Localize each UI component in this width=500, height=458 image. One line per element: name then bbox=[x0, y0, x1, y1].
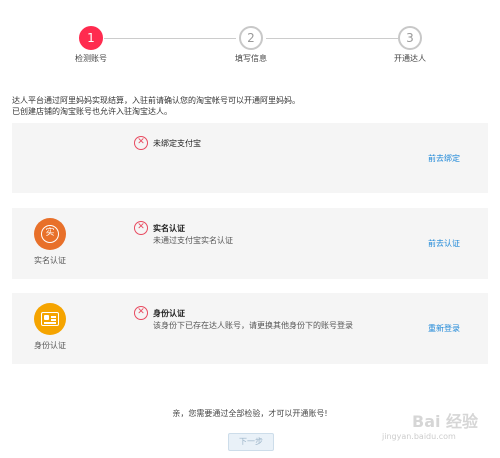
check-description: 未通过支付宝实名认证 bbox=[153, 236, 233, 245]
next-step-button[interactable]: 下一步 bbox=[228, 433, 274, 451]
check-description: 该身份下已存在达人账号，请更换其他身份下的账号登录 bbox=[153, 321, 353, 330]
step-label: 开通达人 bbox=[394, 54, 426, 63]
watermark-logo: Bai 经验 bbox=[412, 412, 479, 431]
step-3: 3 开通达人 bbox=[370, 26, 450, 64]
intro-line: 达人平台通过阿里妈妈实现结算，入驻前请确认您的淘宝帐号可以开通阿里妈妈。 bbox=[12, 96, 300, 105]
step-indicator: 1 检测账号 2 填写信息 3 开通达人 bbox=[0, 0, 500, 72]
check-card-real-name: 实 实名认证 ✕ 实名认证 未通过支付宝实名认证 前去认证 bbox=[12, 208, 488, 279]
error-x-icon: ✕ bbox=[134, 306, 148, 320]
step-1: 1 检测账号 bbox=[51, 26, 131, 64]
step-number: 3 bbox=[398, 26, 422, 50]
error-x-icon: ✕ bbox=[134, 136, 148, 150]
id-card-icon bbox=[34, 303, 66, 335]
check-card-alipay: ✕ 未绑定支付宝 前去绑定 bbox=[12, 123, 488, 193]
watermark-url: jingyan.baidu.com bbox=[382, 432, 456, 441]
check-title: 实名认证 bbox=[153, 224, 185, 233]
step-number: 1 bbox=[79, 26, 103, 50]
check-caption: 实名认证 bbox=[34, 256, 66, 265]
step-label: 检测账号 bbox=[75, 54, 107, 63]
verify-real-name-link[interactable]: 前去认证 bbox=[428, 238, 460, 249]
step-2: 2 填写信息 bbox=[211, 26, 291, 64]
check-title: 身份认证 bbox=[153, 309, 185, 318]
check-caption: 身份认证 bbox=[34, 341, 66, 350]
intro-line: 已创建店铺的淘宝账号也允许入驻淘宝达人。 bbox=[12, 107, 172, 116]
error-x-icon: ✕ bbox=[134, 221, 148, 235]
real-name-icon: 实 bbox=[34, 218, 66, 250]
step-label: 填写信息 bbox=[235, 54, 267, 63]
step-number: 2 bbox=[239, 26, 263, 50]
check-title: 未绑定支付宝 bbox=[153, 139, 201, 148]
check-card-identity: 身份认证 ✕ 身份认证 该身份下已存在达人账号，请更换其他身份下的账号登录 重新… bbox=[12, 293, 488, 364]
intro-text: 达人平台通过阿里妈妈实现结算，入驻前请确认您的淘宝帐号可以开通阿里妈妈。 已创建… bbox=[12, 95, 482, 117]
re-login-link[interactable]: 重新登录 bbox=[428, 323, 460, 334]
watermark: Bai 经验 jingyan.baidu.com bbox=[372, 402, 494, 454]
bind-alipay-link[interactable]: 前去绑定 bbox=[428, 153, 460, 164]
